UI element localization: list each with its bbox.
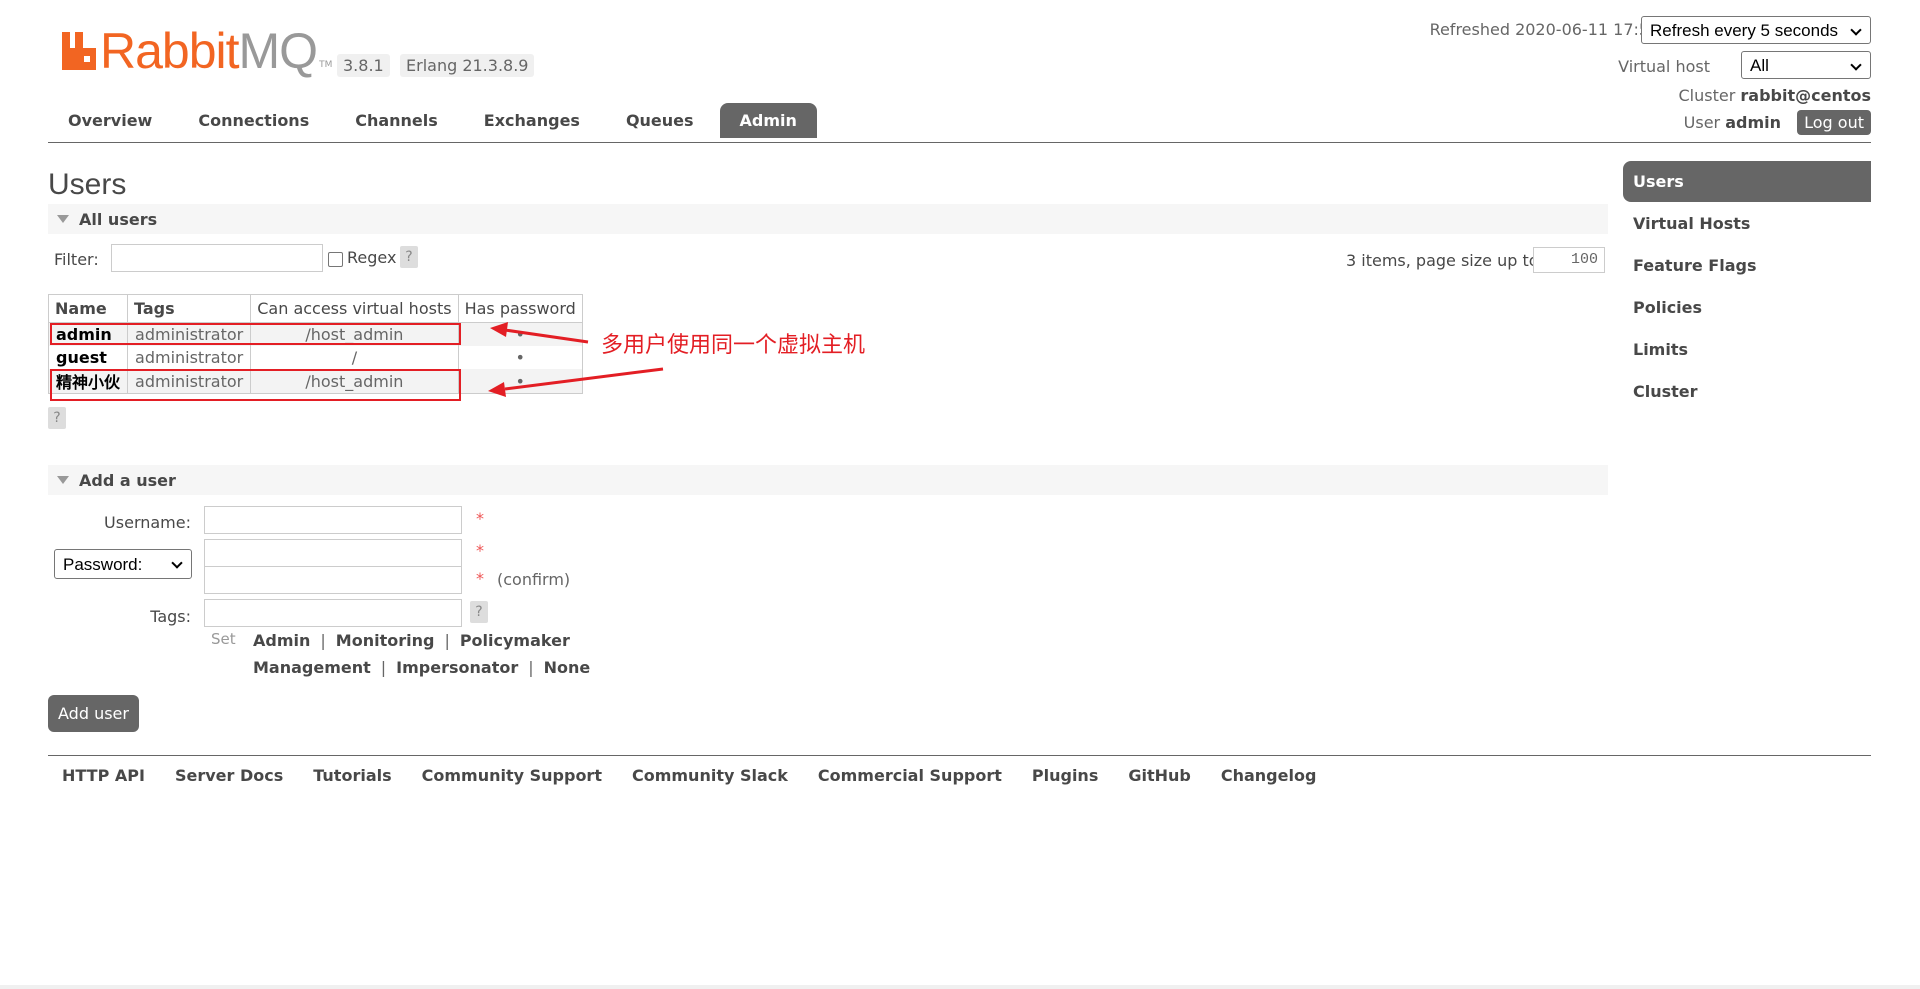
cluster-name: rabbit@centos	[1740, 86, 1871, 105]
collapse-triangle-icon	[57, 476, 69, 484]
footer-link-community-slack[interactable]: Community Slack	[632, 766, 788, 785]
sidebar-item-policies[interactable]: Policies	[1623, 287, 1871, 328]
required-marker: *	[476, 509, 484, 528]
virtual-host-label: Virtual host	[1618, 57, 1710, 76]
all-users-section-toggle[interactable]: All users	[48, 204, 1608, 234]
table-row: guest administrator / •	[47, 346, 583, 369]
annotation-box-user3	[50, 369, 461, 401]
password-type-select[interactable]: Password:	[54, 549, 192, 579]
tab-queues[interactable]: Queues	[606, 103, 714, 138]
tag-options-row-2: Management | Impersonator | None	[253, 658, 591, 677]
cluster-info: Cluster rabbit@centos	[1678, 86, 1871, 105]
tag-option-none[interactable]: None	[544, 658, 591, 677]
tab-channels[interactable]: Channels	[335, 103, 458, 138]
footer-link-commercial-support[interactable]: Commercial Support	[818, 766, 1002, 785]
footer-link-plugins[interactable]: Plugins	[1032, 766, 1098, 785]
footer-link-github[interactable]: GitHub	[1128, 766, 1191, 785]
filter-input[interactable]	[111, 244, 323, 272]
page-size-input[interactable]: 100	[1533, 247, 1605, 273]
confirm-label: (confirm)	[497, 570, 571, 589]
footer-link-tutorials[interactable]: Tutorials	[313, 766, 391, 785]
required-marker: *	[476, 541, 484, 560]
column-header-name[interactable]: Name	[47, 294, 129, 323]
annotation-text: 多用户使用同一个虚拟主机	[601, 333, 866, 358]
page-title: Users	[48, 168, 127, 201]
tab-exchanges[interactable]: Exchanges	[464, 103, 600, 138]
sidebar-item-users[interactable]: Users	[1623, 161, 1871, 202]
user-tags: administrator	[127, 346, 252, 369]
regex-checkbox[interactable]	[328, 252, 343, 267]
column-header-has-password: Has password	[457, 294, 583, 323]
sidebar-item-limits[interactable]: Limits	[1623, 329, 1871, 370]
collapse-triangle-icon	[57, 215, 69, 223]
page-info: 3 items, page size up to	[1346, 251, 1539, 270]
column-header-vhosts: Can access virtual hosts	[250, 294, 459, 323]
table-help-button[interactable]: ?	[48, 407, 66, 429]
current-user-name: admin	[1725, 113, 1781, 132]
sidebar-item-cluster[interactable]: Cluster	[1623, 371, 1871, 412]
username-label: Username:	[104, 513, 191, 532]
password-confirm-input[interactable]	[204, 566, 462, 594]
window-bottom-edge	[0, 985, 1920, 989]
admin-sidebar: Users Virtual Hosts Feature Flags Polici…	[1623, 161, 1871, 413]
version-badge: 3.8.1	[337, 54, 390, 77]
rabbitmq-logo[interactable]: RabbitMQ TM	[62, 26, 332, 76]
tab-divider	[48, 142, 1871, 143]
footer-link-community-support[interactable]: Community Support	[422, 766, 602, 785]
has-password-indicator: •	[457, 346, 583, 369]
virtual-host-select[interactable]: All	[1741, 51, 1871, 79]
footer-link-server-docs[interactable]: Server Docs	[175, 766, 283, 785]
password-input[interactable]	[204, 539, 462, 567]
footer-divider	[48, 755, 1871, 756]
sidebar-item-feature-flags[interactable]: Feature Flags	[1623, 245, 1871, 286]
sidebar-item-virtual-hosts[interactable]: Virtual Hosts	[1623, 203, 1871, 244]
tag-option-management[interactable]: Management	[253, 658, 371, 677]
tag-option-monitoring[interactable]: Monitoring	[336, 631, 435, 650]
table-header-row: Name Tags Can access virtual hosts Has p…	[47, 294, 583, 323]
regex-help-button[interactable]: ?	[400, 246, 418, 268]
tag-option-policymaker[interactable]: Policymaker	[460, 631, 570, 650]
column-header-tags[interactable]: Tags	[127, 294, 252, 323]
rabbitmq-logo-icon	[62, 32, 96, 70]
user-vhosts: /	[250, 346, 459, 369]
has-password-indicator: •	[457, 369, 583, 394]
tags-label: Tags:	[150, 607, 191, 626]
main-tabs: Overview Connections Channels Exchanges …	[48, 103, 823, 138]
tag-options-row-1: Admin | Monitoring | Policymaker	[253, 631, 570, 650]
set-label: Set	[211, 630, 236, 648]
tab-connections[interactable]: Connections	[178, 103, 329, 138]
footer-link-changelog[interactable]: Changelog	[1221, 766, 1317, 785]
add-user-button[interactable]: Add user	[48, 695, 139, 732]
username-input[interactable]	[204, 506, 462, 534]
tag-option-impersonator[interactable]: Impersonator	[396, 658, 518, 677]
add-user-section-toggle[interactable]: Add a user	[48, 465, 1608, 495]
tab-overview[interactable]: Overview	[48, 103, 172, 138]
tags-input[interactable]	[204, 599, 462, 627]
tag-option-admin[interactable]: Admin	[253, 631, 310, 650]
refresh-interval-select[interactable]: Refresh every 5 seconds	[1641, 16, 1871, 44]
annotation-box-admin	[50, 323, 461, 345]
filter-label: Filter:	[54, 250, 99, 269]
has-password-indicator: •	[457, 322, 583, 346]
required-marker: *	[476, 569, 484, 588]
logout-button[interactable]: Log out	[1797, 110, 1871, 135]
tab-admin[interactable]: Admin	[719, 103, 817, 138]
section-title: Add a user	[79, 471, 176, 490]
erlang-version-badge: Erlang 21.3.8.9	[400, 54, 535, 77]
logo-text: RabbitMQ	[100, 23, 318, 79]
footer-links: HTTP API Server Docs Tutorials Community…	[62, 766, 1346, 785]
user-info: User admin	[1683, 113, 1781, 132]
section-title: All users	[79, 210, 158, 229]
regex-label: Regex	[347, 248, 397, 267]
tags-help-button[interactable]: ?	[470, 601, 488, 623]
user-name-link[interactable]: guest	[47, 346, 129, 369]
footer-link-http-api[interactable]: HTTP API	[62, 766, 145, 785]
